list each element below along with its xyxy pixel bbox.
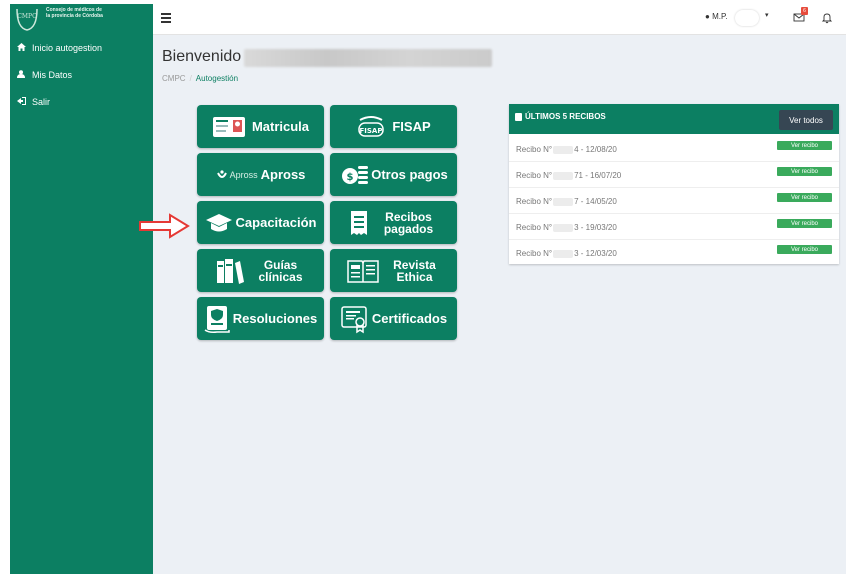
tile-revista-ethica[interactable]: Revista Ethica bbox=[330, 249, 457, 292]
tile-label: Resoluciones bbox=[232, 311, 318, 326]
tile-label: Matricula bbox=[251, 119, 310, 134]
breadcrumb-item[interactable]: CMPC bbox=[162, 74, 186, 83]
sidebar-item-mis-datos[interactable]: Mis Datos bbox=[10, 65, 153, 85]
receipt-row: Recibo N° 71 - 16/07/20 Ver recibo bbox=[509, 162, 839, 188]
file-icon bbox=[515, 112, 522, 121]
fisap-icon: FISAP bbox=[356, 114, 386, 140]
receipt-prefix: Recibo N° bbox=[516, 249, 553, 258]
top-bar: ● M.P. ▾ 6 bbox=[153, 4, 846, 35]
tile-certificados[interactable]: Certificados bbox=[330, 297, 457, 340]
receipt-icon bbox=[350, 210, 368, 236]
sidebar-item-label: Inicio autogestion bbox=[32, 43, 103, 53]
breadcrumb: CMPC / Autogestión bbox=[162, 74, 239, 83]
user-menu[interactable]: ● M.P. bbox=[705, 12, 728, 21]
view-receipt-button[interactable]: Ver recibo bbox=[777, 219, 832, 228]
user-label: M.P. bbox=[712, 12, 728, 21]
receipt-row: Recibo N° 3 - 12/03/20 Ver recibo bbox=[509, 240, 839, 265]
tile-guias-clinicas[interactable]: Guías clínicas bbox=[197, 249, 324, 292]
caret-down-icon[interactable]: ▾ bbox=[765, 11, 769, 19]
sign-out-icon bbox=[10, 97, 32, 107]
tile-label: Recibos pagados bbox=[383, 209, 434, 236]
view-all-button[interactable]: Ver todos bbox=[779, 110, 833, 130]
sidebar-item-salir[interactable]: Salir bbox=[10, 92, 153, 112]
sidebar-item-label: Mis Datos bbox=[32, 70, 73, 80]
tile-label: Certificados bbox=[371, 311, 448, 326]
breadcrumb-item: Autogestión bbox=[195, 74, 239, 83]
view-receipt-button[interactable]: Ver recibo bbox=[777, 245, 832, 254]
receipts-panel: ÚLTIMOS 5 RECIBOS Ver todos Recibo N° 4 -… bbox=[509, 104, 839, 264]
books-icon bbox=[215, 257, 245, 285]
redacted-number bbox=[553, 197, 574, 206]
receipt-text: Recibo N° 7 - 14/05/20 bbox=[516, 197, 617, 206]
receipt-text: Recibo N° 71 - 16/07/20 bbox=[516, 171, 621, 180]
receipt-prefix: Recibo N° bbox=[516, 223, 553, 232]
redacted-number bbox=[553, 145, 574, 154]
redacted-number bbox=[553, 249, 574, 258]
tile-resoluciones[interactable]: Resoluciones bbox=[197, 297, 324, 340]
apross-icon: Apross bbox=[216, 169, 258, 181]
receipt-suffix: 4 - 12/08/20 bbox=[574, 145, 617, 154]
receipt-suffix: 7 - 14/05/20 bbox=[574, 197, 617, 206]
svg-text:$: $ bbox=[347, 172, 354, 183]
receipt-suffix: 71 - 16/07/20 bbox=[574, 171, 622, 180]
avatar[interactable] bbox=[735, 10, 759, 26]
receipt-prefix: Recibo N° bbox=[516, 171, 553, 180]
graduation-cap-icon bbox=[205, 213, 233, 233]
tile-label: Apross bbox=[260, 167, 306, 182]
view-receipt-button[interactable]: Ver recibo bbox=[777, 167, 832, 176]
logo-emblem-icon: CMPC bbox=[16, 8, 38, 31]
tile-label: Guías clínicas bbox=[258, 257, 303, 284]
receipt-row: Recibo N° 4 - 12/08/20 Ver recibo bbox=[509, 136, 839, 162]
receipt-prefix: Recibo N° bbox=[516, 145, 553, 154]
receipts-panel-title: ÚLTIMOS 5 RECIBOS bbox=[515, 112, 606, 121]
receipt-row: Recibo N° 3 - 19/03/20 Ver recibo bbox=[509, 214, 839, 240]
magazine-icon bbox=[346, 258, 379, 284]
tile-label: Revista Ethica bbox=[393, 257, 436, 284]
svg-text:CMPC: CMPC bbox=[17, 13, 37, 20]
receipt-prefix: Recibo N° bbox=[516, 197, 553, 206]
sidebar: CMPC Consejo de médicos de la provincia … bbox=[10, 4, 153, 574]
sidebar-item-label: Salir bbox=[32, 97, 51, 107]
tile-recibos-pagados[interactable]: Recibos pagados bbox=[330, 201, 457, 244]
receipts-panel-header: ÚLTIMOS 5 RECIBOS Ver todos bbox=[509, 104, 839, 134]
logo-text: Consejo de médicos de la provincia de Có… bbox=[46, 7, 103, 19]
page-title: Bienvenido bbox=[162, 48, 242, 65]
receipt-row: Recibo N° 7 - 14/05/20 Ver recibo bbox=[509, 188, 839, 214]
home-icon bbox=[10, 43, 32, 53]
mail-badge: 6 bbox=[801, 7, 808, 15]
bell-icon[interactable] bbox=[821, 12, 833, 24]
user-icon: ● bbox=[705, 12, 710, 21]
id-card-icon bbox=[212, 116, 246, 138]
arrow-right-icon bbox=[139, 213, 190, 239]
tile-matricula[interactable]: Matricula bbox=[197, 105, 324, 148]
svg-text:FISAP: FISAP bbox=[360, 127, 383, 135]
tile-otros-pagos[interactable]: $ Otros pagos bbox=[330, 153, 457, 196]
receipt-suffix: 3 - 12/03/20 bbox=[574, 249, 617, 258]
apross-prefix: Apross bbox=[229, 169, 258, 180]
coins-icon: $ bbox=[339, 163, 369, 187]
document-shield-icon bbox=[204, 304, 230, 334]
view-receipt-button[interactable]: Ver recibo bbox=[777, 141, 832, 150]
receipt-text: Recibo N° 4 - 12/08/20 bbox=[516, 145, 617, 154]
menu-toggle-icon[interactable] bbox=[161, 13, 171, 23]
redacted-name bbox=[244, 49, 492, 67]
tile-capacitacion[interactable]: Capacitación bbox=[197, 201, 324, 244]
receipt-text: Recibo N° 3 - 19/03/20 bbox=[516, 223, 617, 232]
certificate-icon bbox=[340, 304, 370, 334]
redacted-number bbox=[553, 171, 574, 180]
logo[interactable]: CMPC Consejo de médicos de la provincia … bbox=[10, 4, 153, 34]
tile-label: FISAP bbox=[392, 119, 431, 134]
receipt-suffix: 3 - 19/03/20 bbox=[574, 223, 617, 232]
tile-label: Otros pagos bbox=[371, 167, 448, 182]
view-receipt-button[interactable]: Ver recibo bbox=[777, 193, 832, 202]
tile-label: Capacitación bbox=[235, 215, 317, 230]
receipts-title-text: ÚLTIMOS 5 RECIBOS bbox=[525, 112, 606, 121]
redacted-number bbox=[553, 223, 574, 232]
receipt-text: Recibo N° 3 - 12/03/20 bbox=[516, 249, 617, 258]
tile-apross[interactable]: Apross Apross bbox=[197, 153, 324, 196]
user-icon bbox=[10, 70, 32, 80]
tile-fisap[interactable]: FISAP FISAP bbox=[330, 105, 457, 148]
sidebar-item-inicio[interactable]: Inicio autogestion bbox=[10, 38, 153, 58]
